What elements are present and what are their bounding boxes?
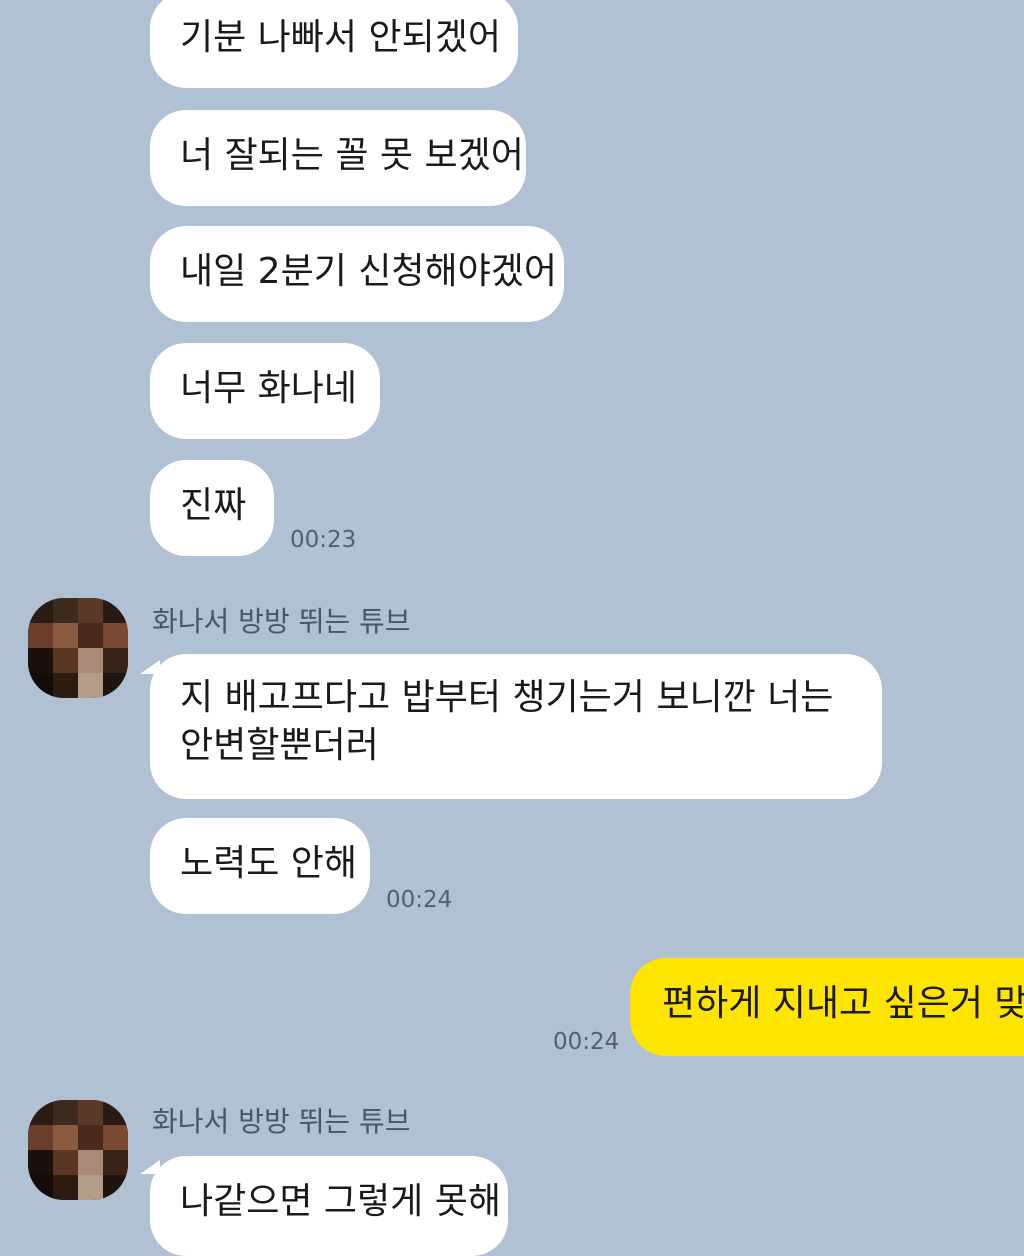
message-bubble[interactable]: 나같으면 그렇게 못해 — [150, 1156, 508, 1256]
message-timestamp: 00:24 — [553, 1029, 620, 1055]
message-timestamp: 00:24 — [386, 887, 453, 913]
message-bubble[interactable]: 지 배고프다고 밥부터 챙기는거 보니깐 너는 안변할뿐더러 — [150, 654, 882, 799]
sender-name: 화나서 방방 뛰는 튜브 — [152, 1105, 411, 1138]
message-bubble[interactable]: 너무 화나네 — [150, 343, 380, 439]
avatar[interactable] — [28, 1100, 128, 1200]
message-bubble[interactable]: 기분 나빠서 안되겠어 — [150, 0, 518, 88]
message-bubble[interactable]: 내일 2분기 신청해야겠어 — [150, 226, 564, 322]
message-bubble[interactable]: 노력도 안해 — [150, 818, 370, 914]
message-timestamp: 00:23 — [290, 527, 357, 553]
sender-name: 화나서 방방 뛰는 튜브 — [152, 605, 411, 638]
message-bubble[interactable]: 너 잘되는 꼴 못 보겠어 — [150, 110, 526, 206]
message-bubble[interactable]: 진짜 — [150, 460, 274, 556]
avatar[interactable] — [28, 598, 128, 698]
message-bubble-outgoing[interactable]: 편하게 지내고 싶은거 맞지 — [630, 958, 1024, 1056]
